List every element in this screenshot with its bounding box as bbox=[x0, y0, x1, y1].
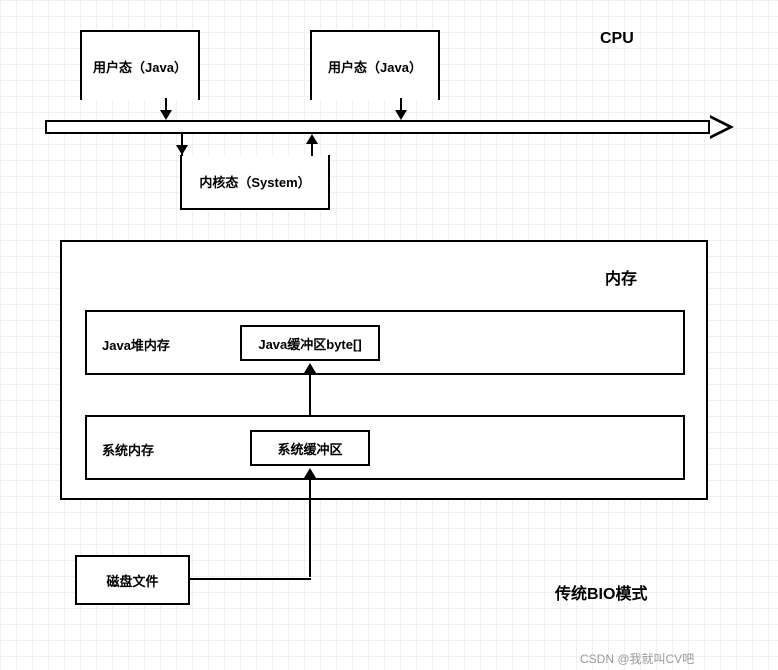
system-mem-label: 系统内存 bbox=[102, 440, 154, 459]
disk-connector bbox=[190, 578, 311, 580]
java-heap-label: Java堆内存 bbox=[102, 335, 170, 354]
kernel-state-text: 内核态（System） bbox=[199, 172, 310, 191]
arrow-line-disk-to-sys bbox=[309, 477, 311, 577]
user-state-1-text: 用户态（Java） bbox=[93, 57, 187, 76]
watermark: CSDN @我就叫CV吧 bbox=[580, 650, 694, 667]
cpu-timeline bbox=[45, 120, 710, 134]
kernel-state-box: 内核态（System） bbox=[180, 155, 330, 210]
arrow-up-icon bbox=[304, 468, 316, 478]
arrow-down-icon bbox=[395, 110, 407, 120]
arrow-right-icon bbox=[710, 115, 734, 139]
arrow-up-icon bbox=[306, 134, 318, 144]
system-buffer-box: 系统缓冲区 bbox=[250, 430, 370, 466]
arrow-up-icon bbox=[304, 363, 316, 373]
user-state-box-1: 用户态（Java） bbox=[80, 30, 200, 100]
java-heap-box bbox=[85, 310, 685, 375]
arrow-down-icon bbox=[160, 110, 172, 120]
cpu-label: CPU bbox=[600, 30, 634, 48]
memory-label: 内存 bbox=[605, 265, 637, 289]
mode-label: 传统BIO模式 bbox=[555, 580, 647, 604]
disk-file-box: 磁盘文件 bbox=[75, 555, 190, 605]
system-buffer-text: 系统缓冲区 bbox=[277, 439, 342, 458]
java-buffer-text: Java缓冲区byte[] bbox=[258, 334, 361, 353]
system-mem-box bbox=[85, 415, 685, 480]
arrow-line-kernel-right bbox=[311, 144, 313, 156]
user-state-box-2: 用户态（Java） bbox=[310, 30, 440, 100]
user-state-2-text: 用户态（Java） bbox=[328, 57, 422, 76]
java-buffer-box: Java缓冲区byte[] bbox=[240, 325, 380, 361]
arrow-down-icon bbox=[176, 145, 188, 155]
disk-file-text: 磁盘文件 bbox=[106, 571, 158, 590]
